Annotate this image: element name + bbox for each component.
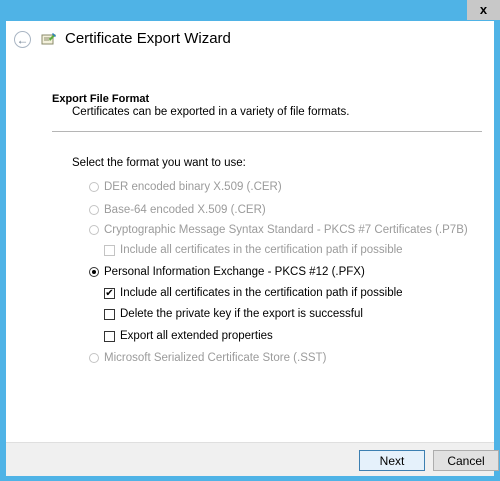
- section-title: Export File Format: [52, 93, 150, 105]
- next-button[interactable]: Next: [359, 450, 425, 471]
- checkbox[interactable]: [104, 330, 115, 342]
- wizard-title: Certificate Export Wizard: [65, 30, 231, 47]
- checkbox-pkcs7-include-all[interactable]: Include all certificates in the certific…: [104, 244, 403, 256]
- divider: [52, 131, 482, 132]
- checkbox[interactable]: ✔: [104, 287, 115, 299]
- checkbox[interactable]: [104, 244, 115, 256]
- checkbox-pfx-delete-private-key[interactable]: Delete the private key if the export is …: [104, 308, 363, 320]
- radio-label: Base-64 encoded X.509 (.CER): [104, 204, 266, 216]
- checkbox-label: Export all extended properties: [120, 330, 273, 342]
- wizard-header: ← Certificate Export Wizard: [6, 21, 494, 60]
- radio-option-der[interactable]: DER encoded binary X.509 (.CER): [89, 181, 282, 193]
- certificate-icon: [41, 33, 56, 45]
- wizard-content: Export File Format Certificates can be e…: [6, 60, 494, 442]
- format-prompt: Select the format you want to use:: [72, 157, 246, 169]
- radio-button[interactable]: [89, 353, 99, 363]
- radio-button[interactable]: [89, 182, 99, 192]
- radio-button[interactable]: [89, 225, 99, 235]
- radio-option-pkcs7[interactable]: Cryptographic Message Syntax Standard - …: [89, 224, 468, 236]
- radio-option-sst[interactable]: Microsoft Serialized Certificate Store (…: [89, 352, 326, 364]
- checkbox-label: Delete the private key if the export is …: [120, 308, 363, 320]
- checkbox-label: Include all certificates in the certific…: [120, 287, 403, 299]
- wizard-footer: Next Cancel: [6, 442, 499, 476]
- close-button[interactable]: x: [467, 0, 500, 20]
- radio-label: DER encoded binary X.509 (.CER): [104, 181, 282, 193]
- cancel-button[interactable]: Cancel: [433, 450, 499, 471]
- checkbox-label: Include all certificates in the certific…: [120, 244, 403, 256]
- back-arrow-icon[interactable]: ←: [14, 31, 31, 48]
- checkbox[interactable]: [104, 308, 115, 320]
- radio-button[interactable]: [89, 205, 99, 215]
- radio-button[interactable]: [89, 267, 99, 277]
- checkbox-pfx-include-all[interactable]: ✔ Include all certificates in the certif…: [104, 287, 403, 299]
- radio-label: Microsoft Serialized Certificate Store (…: [104, 352, 327, 364]
- section-description: Certificates can be exported in a variet…: [72, 106, 350, 118]
- window-frame: x ← Certificate Export Wizard Export Fil…: [0, 0, 500, 481]
- radio-option-base64[interactable]: Base-64 encoded X.509 (.CER): [89, 204, 266, 216]
- checkbox-pfx-export-extended[interactable]: Export all extended properties: [104, 330, 273, 342]
- radio-option-pfx[interactable]: Personal Information Exchange - PKCS #12…: [89, 266, 365, 278]
- radio-label: Cryptographic Message Syntax Standard - …: [104, 224, 468, 236]
- radio-label: Personal Information Exchange - PKCS #12…: [104, 266, 365, 278]
